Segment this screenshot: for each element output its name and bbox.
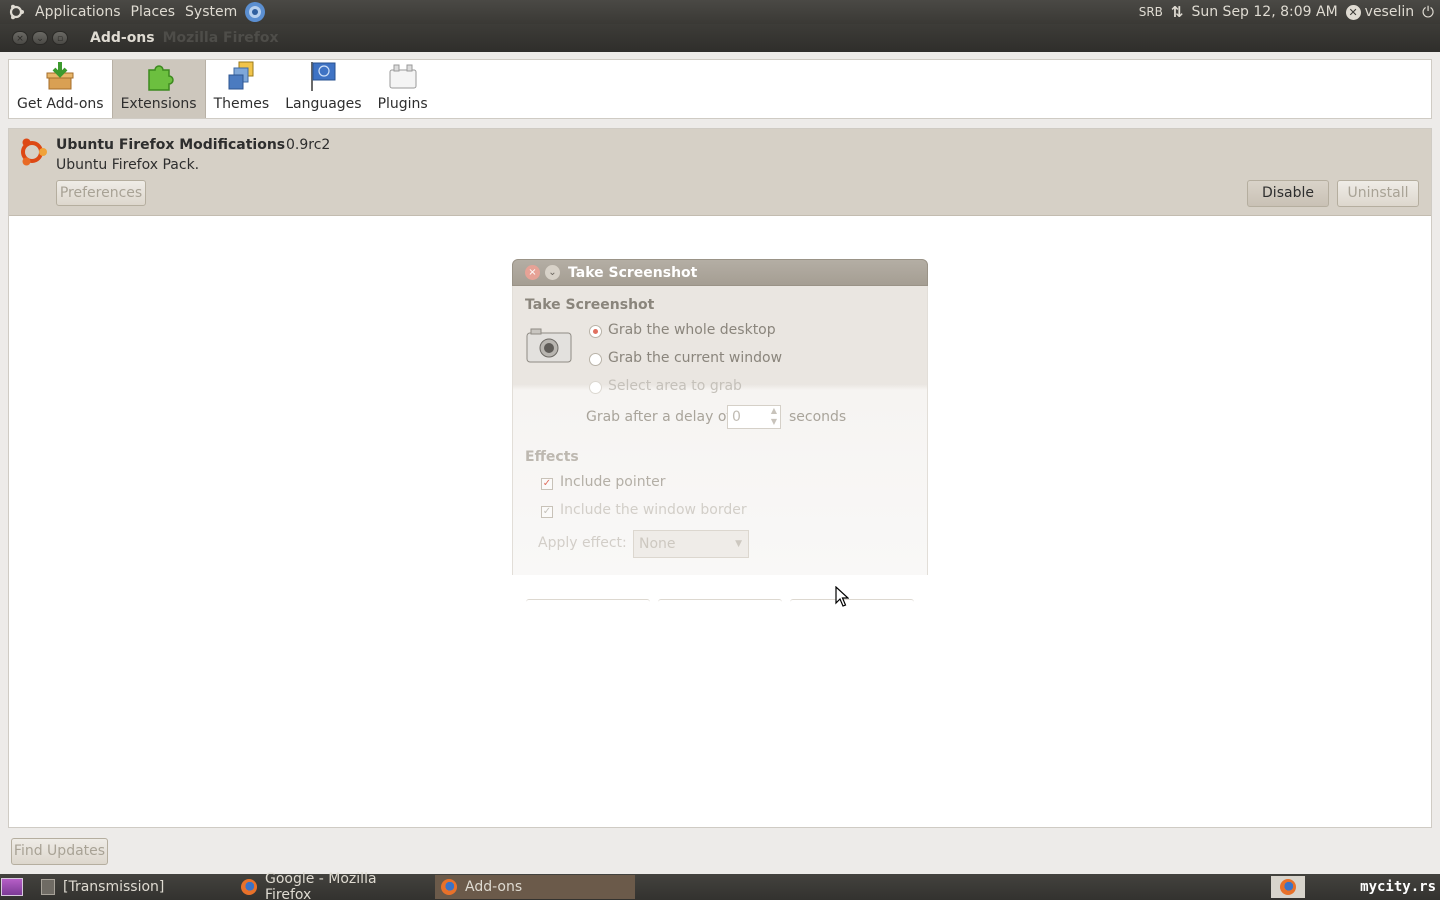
firefox-icon (1280, 879, 1296, 895)
tab-get-addons[interactable]: Get Add-ons (9, 60, 112, 118)
task-label: Google - Mozilla Firefox (264, 871, 377, 900)
window-maximize-button[interactable]: ▫ (52, 31, 68, 45)
radio-label: Grab the whole desktop (608, 322, 776, 338)
transmission-icon (41, 879, 55, 895)
ubuntu-addon-icon (21, 138, 47, 166)
languages-icon (311, 62, 336, 91)
include-border-label: Include the window border (560, 502, 747, 518)
panel-menu: Applications Places System (0, 0, 266, 24)
include-pointer-label: Include pointer (560, 474, 666, 490)
disable-button[interactable]: Disable (1247, 180, 1329, 207)
delay-spinner[interactable]: 0 ▲ ▼ (727, 405, 781, 429)
preferences-button[interactable]: Preferences (56, 180, 146, 206)
task-google-firefox[interactable]: Google - Mozilla Firefox (235, 871, 433, 900)
radio-whole-desktop[interactable] (589, 325, 602, 338)
dialog-minimize-button[interactable]: ⌄ (545, 265, 560, 280)
dialog-body: Take Screenshot Grab the whole desktop G… (512, 286, 928, 600)
addon-version: 0.9rc2 (286, 137, 331, 153)
dialog-button-take[interactable] (790, 599, 914, 602)
camera-icon (526, 328, 572, 363)
task-addons[interactable]: Add-ons (435, 875, 635, 899)
delay-suffix: seconds (789, 409, 847, 425)
top-panel: Applications Places System SRB ⇅ Sun Sep… (0, 0, 1440, 24)
dialog-heading: Take Screenshot (525, 297, 655, 313)
watermark: mycity.rs (1360, 879, 1436, 895)
tab-themes[interactable]: Themes (206, 60, 278, 118)
dialog-title: Take Screenshot (568, 264, 698, 281)
tab-label: Languages (285, 96, 362, 112)
themes-icon (228, 61, 254, 90)
tab-label: Plugins (377, 96, 428, 112)
mouse-cursor-icon (835, 586, 849, 607)
tray-firefox-button[interactable] (1271, 876, 1305, 898)
window-titlebar[interactable]: × ⌄ ▫ Add-ons Mozilla Firefox (0, 24, 1440, 52)
menu-places[interactable]: Places (126, 4, 181, 20)
network-arrows-icon[interactable]: ⇅ (1171, 3, 1184, 21)
user-status-icon[interactable]: ✕ (1345, 4, 1361, 20)
dialog-close-button[interactable]: × (525, 265, 540, 280)
spinner-arrows-icon[interactable]: ▲ ▼ (771, 405, 777, 427)
take-screenshot-dialog[interactable]: × ⌄ Take Screenshot Take Screenshot Grab… (512, 259, 928, 600)
plugins-icon (389, 64, 417, 89)
tab-label: Extensions (120, 96, 197, 112)
window-title: Add-ons (90, 30, 155, 46)
menu-system[interactable]: System (180, 4, 242, 20)
power-icon[interactable]: ⏻ (1422, 3, 1434, 21)
tab-languages[interactable]: Languages (277, 60, 369, 118)
tab-extensions[interactable]: Extensions (111, 60, 206, 118)
include-pointer-checkbox[interactable]: ✓ (541, 478, 553, 490)
radio-label: Select area to grab (608, 378, 742, 394)
firefox-icon (241, 879, 257, 895)
dialog-titlebar[interactable]: × ⌄ Take Screenshot (512, 259, 928, 286)
apply-effect-value: None (639, 536, 676, 552)
addons-toolbar: Get Add-ons Extensions Themes Languages (8, 59, 1432, 119)
extensions-icon (147, 65, 174, 91)
get-addons-icon (46, 62, 74, 90)
menu-applications[interactable]: Applications (30, 4, 126, 20)
radio-current-window[interactable] (589, 353, 602, 366)
chevron-down-icon: ▼ (735, 539, 742, 549)
window-minimize-button[interactable]: ⌄ (32, 31, 48, 45)
keyboard-layout-indicator[interactable]: SRB (1139, 5, 1163, 19)
addon-name: Ubuntu Firefox Modifications (56, 137, 286, 153)
apply-effect-label: Apply effect: (538, 535, 627, 551)
dialog-button-help[interactable] (526, 599, 650, 602)
list-item[interactable]: Ubuntu Firefox Modifications 0.9rc2 Ubun… (9, 129, 1431, 216)
task-label: Add-ons (465, 879, 523, 895)
radio-select-area[interactable] (589, 381, 602, 394)
task-transmission[interactable]: [Transmission] (35, 875, 235, 899)
apply-effect-select[interactable]: None ▼ (633, 530, 749, 558)
addon-description: Ubuntu Firefox Pack. (56, 157, 200, 173)
firefox-icon (441, 879, 457, 895)
show-desktop-icon[interactable] (1, 878, 23, 896)
task-label: [Transmission] (63, 879, 165, 895)
tab-label: Get Add-ons (17, 96, 104, 112)
dialog-button-cancel[interactable] (658, 599, 782, 602)
include-border-checkbox[interactable]: ✓ (541, 506, 553, 518)
user-name[interactable]: veselin (1365, 4, 1414, 20)
radio-label: Grab the current window (608, 350, 783, 366)
ubuntu-logo-icon[interactable] (6, 2, 26, 22)
delay-value: 0 (732, 409, 741, 425)
uninstall-button[interactable]: Uninstall (1337, 180, 1419, 207)
window-app-name: Mozilla Firefox (162, 30, 279, 46)
panel-indicators: SRB ⇅ Sun Sep 12, 8:09 AM ✕ veselin ⏻ (1139, 0, 1440, 24)
tab-label: Themes (213, 96, 270, 112)
browser-launcher-icon[interactable] (244, 1, 266, 23)
tab-plugins[interactable]: Plugins (370, 60, 436, 118)
delay-prefix: Grab after a delay of (586, 409, 732, 425)
find-updates-button[interactable]: Find Updates (11, 838, 108, 865)
bottom-panel: [Transmission] Google - Mozilla Firefox … (0, 871, 1440, 900)
effects-heading: Effects (525, 449, 579, 465)
window-close-button[interactable]: × (12, 31, 28, 45)
clock[interactable]: Sun Sep 12, 8:09 AM (1191, 4, 1337, 20)
